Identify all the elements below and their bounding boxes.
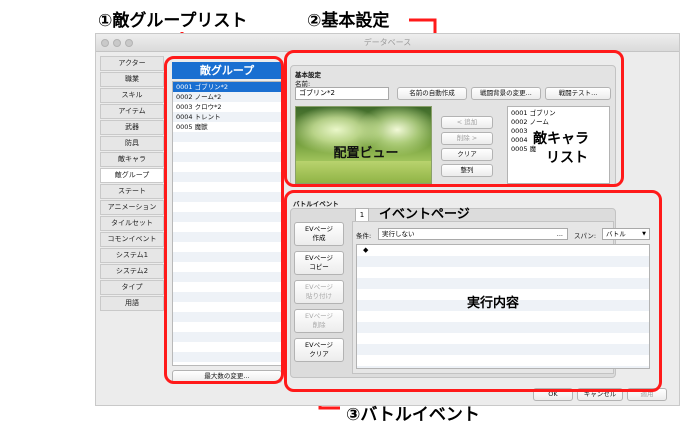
highlight-battle-event	[284, 190, 662, 392]
sidebar-item[interactable]: タイルセット	[100, 216, 164, 231]
sidebar-item[interactable]: 職業	[100, 72, 164, 87]
sidebar-item[interactable]: 防具	[100, 136, 164, 151]
sidebar-item[interactable]: スキル	[100, 88, 164, 103]
window-title: データベース	[363, 38, 412, 47]
sidebar-item[interactable]: 武器	[100, 120, 164, 135]
sidebar-item[interactable]: 用語	[100, 296, 164, 311]
sidebar-item[interactable]: アクター	[100, 56, 164, 71]
sidebar-item[interactable]: アイテム	[100, 104, 164, 119]
sidebar-item[interactable]: 敵グループ	[100, 168, 164, 183]
annotation-battle-event: ③バトルイベント	[346, 405, 480, 425]
sidebar-item[interactable]: システム2	[100, 264, 164, 279]
sidebar-item[interactable]: ステート	[100, 184, 164, 199]
sidebar-item[interactable]: コモンイベント	[100, 232, 164, 247]
highlight-enemy-group-list	[164, 56, 284, 384]
highlight-basic-settings	[284, 50, 624, 187]
sidebar-item[interactable]: タイプ	[100, 280, 164, 295]
sidebar-item[interactable]: 敵キャラ	[100, 152, 164, 167]
sidebar-item[interactable]: アニメーション	[100, 200, 164, 215]
sidebar-item[interactable]: システム1	[100, 248, 164, 263]
